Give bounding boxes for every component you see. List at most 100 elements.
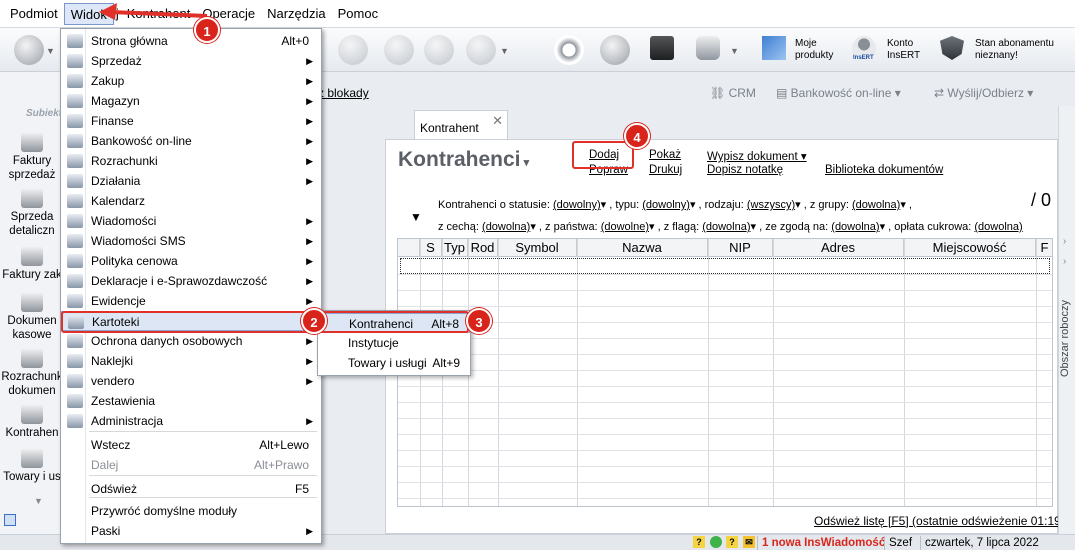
help-icon[interactable]: ? xyxy=(693,536,705,548)
chevron-down-icon[interactable]: ▼ xyxy=(46,46,55,56)
col-symbol[interactable]: Symbol xyxy=(498,239,577,257)
menu-item-rozrachunki[interactable]: Rozrachunki ▶ xyxy=(61,151,321,171)
col-adres[interactable]: Adres xyxy=(773,239,904,257)
inswiadomosc-status[interactable]: 1 nowa InsWiadomość xyxy=(757,536,889,550)
sidebar-item-rozrachunki[interactable]: Rozrachunk dokumen xyxy=(0,348,63,398)
products-icon[interactable] xyxy=(762,36,786,60)
menu-item-naklejki[interactable]: Naklejki ▶ xyxy=(61,351,321,371)
col-nip[interactable]: NIP xyxy=(708,239,773,257)
view-toggle-icon[interactable] xyxy=(4,514,16,526)
loading-ring-icon[interactable] xyxy=(554,35,584,65)
menu-item-strona-g-wna[interactable]: Strona główna Alt+0 xyxy=(61,31,321,51)
cloud-icon[interactable] xyxy=(696,36,720,60)
sidebar-item-dokumenty-kasowe[interactable]: Dokumen kasowe xyxy=(0,292,63,342)
col-nazwa[interactable]: Nazwa xyxy=(577,239,708,257)
menu-item-dzia-ania[interactable]: Działania ▶ xyxy=(61,171,321,191)
filter-typ[interactable]: (dowolny) xyxy=(642,199,690,211)
menu-item-wiadomo-ci[interactable]: Wiadomości ▶ xyxy=(61,211,321,231)
col-s[interactable]: S xyxy=(420,239,442,257)
menu-item-polityka-cenowa[interactable]: Polityka cenowa ▶ xyxy=(61,251,321,271)
sidebar-item-towary[interactable]: Towary i us xyxy=(0,448,63,484)
toolbar-icon-a[interactable] xyxy=(338,35,368,65)
menu-item-bankowo-on-line[interactable]: Bankowość on-line ▶ xyxy=(61,131,321,151)
menu-item-wstecz[interactable]: Wstecz Alt+Lewo xyxy=(61,435,321,455)
menu-item-magazyn[interactable]: Magazyn ▶ xyxy=(61,91,321,111)
filter-panstwo[interactable]: (dowolne) xyxy=(601,221,649,233)
table-row[interactable] xyxy=(400,258,1050,274)
menu-item-od-wie[interactable]: Odśwież F5 xyxy=(61,479,321,499)
page-title[interactable]: Kontrahenci ▾ xyxy=(398,148,529,172)
menu-item-zakup[interactable]: Zakup ▶ xyxy=(61,71,321,91)
chevron-down-icon[interactable]: ▼ xyxy=(500,46,509,56)
wypisz-dokument-link[interactable]: Wypisz dokument ▾ xyxy=(707,149,807,163)
submenu-arrow-icon: ▶ xyxy=(306,356,313,366)
konto-insert-button[interactable]: Konto InsERT xyxy=(887,38,920,62)
filter-status[interactable]: (dowolny) xyxy=(553,199,601,211)
box-icon[interactable] xyxy=(650,36,674,60)
menu-item-kalendarz[interactable]: Kalendarz xyxy=(61,191,321,211)
biblioteka-link[interactable]: Biblioteka dokumentów xyxy=(825,164,943,176)
filter-flaga[interactable]: (dowolna) xyxy=(702,221,750,233)
submenu-item-towary-uslugi[interactable]: Towary i usługi Alt+9 xyxy=(318,353,470,373)
close-icon[interactable]: ✕ xyxy=(492,113,503,129)
toolbar-icon-b[interactable] xyxy=(384,35,414,65)
help-icon[interactable]: ? xyxy=(726,536,738,548)
menu-item-przywr-domy-lne-modu-y[interactable]: Przywróć domyślne moduły xyxy=(61,501,321,521)
z-blokady-link[interactable]: z blokady xyxy=(318,86,369,100)
menu-item-sprzeda[interactable]: Sprzedaż ▶ xyxy=(61,51,321,71)
wyslij-odbierz-button[interactable]: ⇄ Wyślij/Odbierz ▾ xyxy=(934,86,1033,100)
crm-button[interactable]: ⛓ CRM xyxy=(710,86,756,100)
obszar-roboczy-label[interactable]: Obszar roboczy xyxy=(1059,300,1075,377)
rozrachunki-icon xyxy=(67,154,83,168)
filter-oplata[interactable]: (dowolna) xyxy=(974,221,1022,233)
chevron-right-icon[interactable]: › xyxy=(1063,256,1066,267)
chevron-right-icon[interactable]: › xyxy=(1063,236,1066,247)
menu-item-dalej[interactable]: Dalej Alt+Prawo xyxy=(61,455,321,475)
col-f[interactable]: F xyxy=(1036,239,1052,257)
sidebar-item-sprzedaz-detaliczna[interactable]: Sprzeda detaliczn xyxy=(0,188,63,238)
menu-item-paski[interactable]: Paski ▶ xyxy=(61,521,321,541)
filter-rodzaj[interactable]: (wszyscy) xyxy=(747,199,795,211)
help-toolbar-icon[interactable] xyxy=(466,35,496,65)
filter-cecha[interactable]: (dowolna) xyxy=(482,221,530,233)
shield-icon[interactable] xyxy=(940,36,964,60)
menu-item-vendero[interactable]: vendero ▶ xyxy=(61,371,321,391)
bankowosc-button[interactable]: ▤ Bankowość on-line ▾ xyxy=(776,86,901,100)
chevron-down-icon[interactable]: ▼ xyxy=(730,46,739,56)
globe-icon[interactable] xyxy=(600,35,630,65)
drukuj-link[interactable]: Drukuj xyxy=(649,164,682,176)
dopisz-notatke-link[interactable]: Dopisz notatkę xyxy=(707,164,783,176)
envelope-icon[interactable]: ✉ xyxy=(743,536,755,548)
sidebar-item-faktury-sprzedazy[interactable]: Faktury sprzedaż xyxy=(0,132,63,182)
tab-kontrahenci[interactable]: Kontrahent ✕ xyxy=(414,110,508,140)
menu-item-deklaracje-i-e-sprawozdawczo[interactable]: Deklaracje i e-Sprawozdawczość ▶ xyxy=(61,271,321,291)
col-rod[interactable]: Rod xyxy=(468,239,498,257)
menu-pomoc[interactable]: Pomoc xyxy=(332,3,384,25)
pokaz-link[interactable]: Pokaż xyxy=(649,149,681,161)
scroll-down-icon[interactable]: ▼ xyxy=(34,496,43,506)
submenu-item-instytucje[interactable]: Instytucje xyxy=(318,333,470,353)
col-typ[interactable]: Typ xyxy=(442,239,468,257)
menu-item-zestawienia[interactable]: Zestawienia xyxy=(61,391,321,411)
filter-zgoda[interactable]: (dowolna) xyxy=(831,221,879,233)
menu-item-ochrona-danych-osobowych[interactable]: Ochrona danych osobowych ▶ xyxy=(61,331,321,351)
toolbar-icon-c[interactable] xyxy=(424,35,454,65)
moje-produkty-button[interactable]: Moje produkty xyxy=(795,38,833,62)
menu-item-administracja[interactable]: Administracja ▶ xyxy=(61,411,321,431)
menu-item-finanse[interactable]: Finanse ▶ xyxy=(61,111,321,131)
sidebar-item-kontrahenci[interactable]: Kontrahen xyxy=(0,404,63,440)
insert-logo: InsERT xyxy=(853,55,874,61)
menu-narzedzia[interactable]: Narzędzia xyxy=(261,3,332,25)
filter-grupa[interactable]: (dowolna) xyxy=(852,199,900,211)
stan-abonamentu-button[interactable]: Stan abonamentu nieznany! xyxy=(975,38,1054,62)
back-toolbar-icon[interactable] xyxy=(14,35,44,65)
menu-item-wiadomo-ci-sms[interactable]: Wiadomości SMS ▶ xyxy=(61,231,321,251)
refresh-list-link[interactable]: Odśwież listę [F5] (ostatnie odświeżenie… xyxy=(814,514,1065,528)
sidebar-item-faktury-zakupu[interactable]: Faktury zak xyxy=(0,246,63,282)
menu-item-ewidencje[interactable]: Ewidencje ▶ xyxy=(61,291,321,311)
filter-toggle-icon[interactable]: ▼ xyxy=(410,210,422,224)
contractors-table[interactable]: S Typ Rod Symbol Nazwa NIP Adres Miejsco… xyxy=(397,238,1053,507)
menu-podmiot[interactable]: Podmiot xyxy=(4,3,64,25)
col-miejscowosc[interactable]: Miejscowość xyxy=(904,239,1036,257)
menu-item-label: Ochrona danych osobowych xyxy=(91,334,243,348)
